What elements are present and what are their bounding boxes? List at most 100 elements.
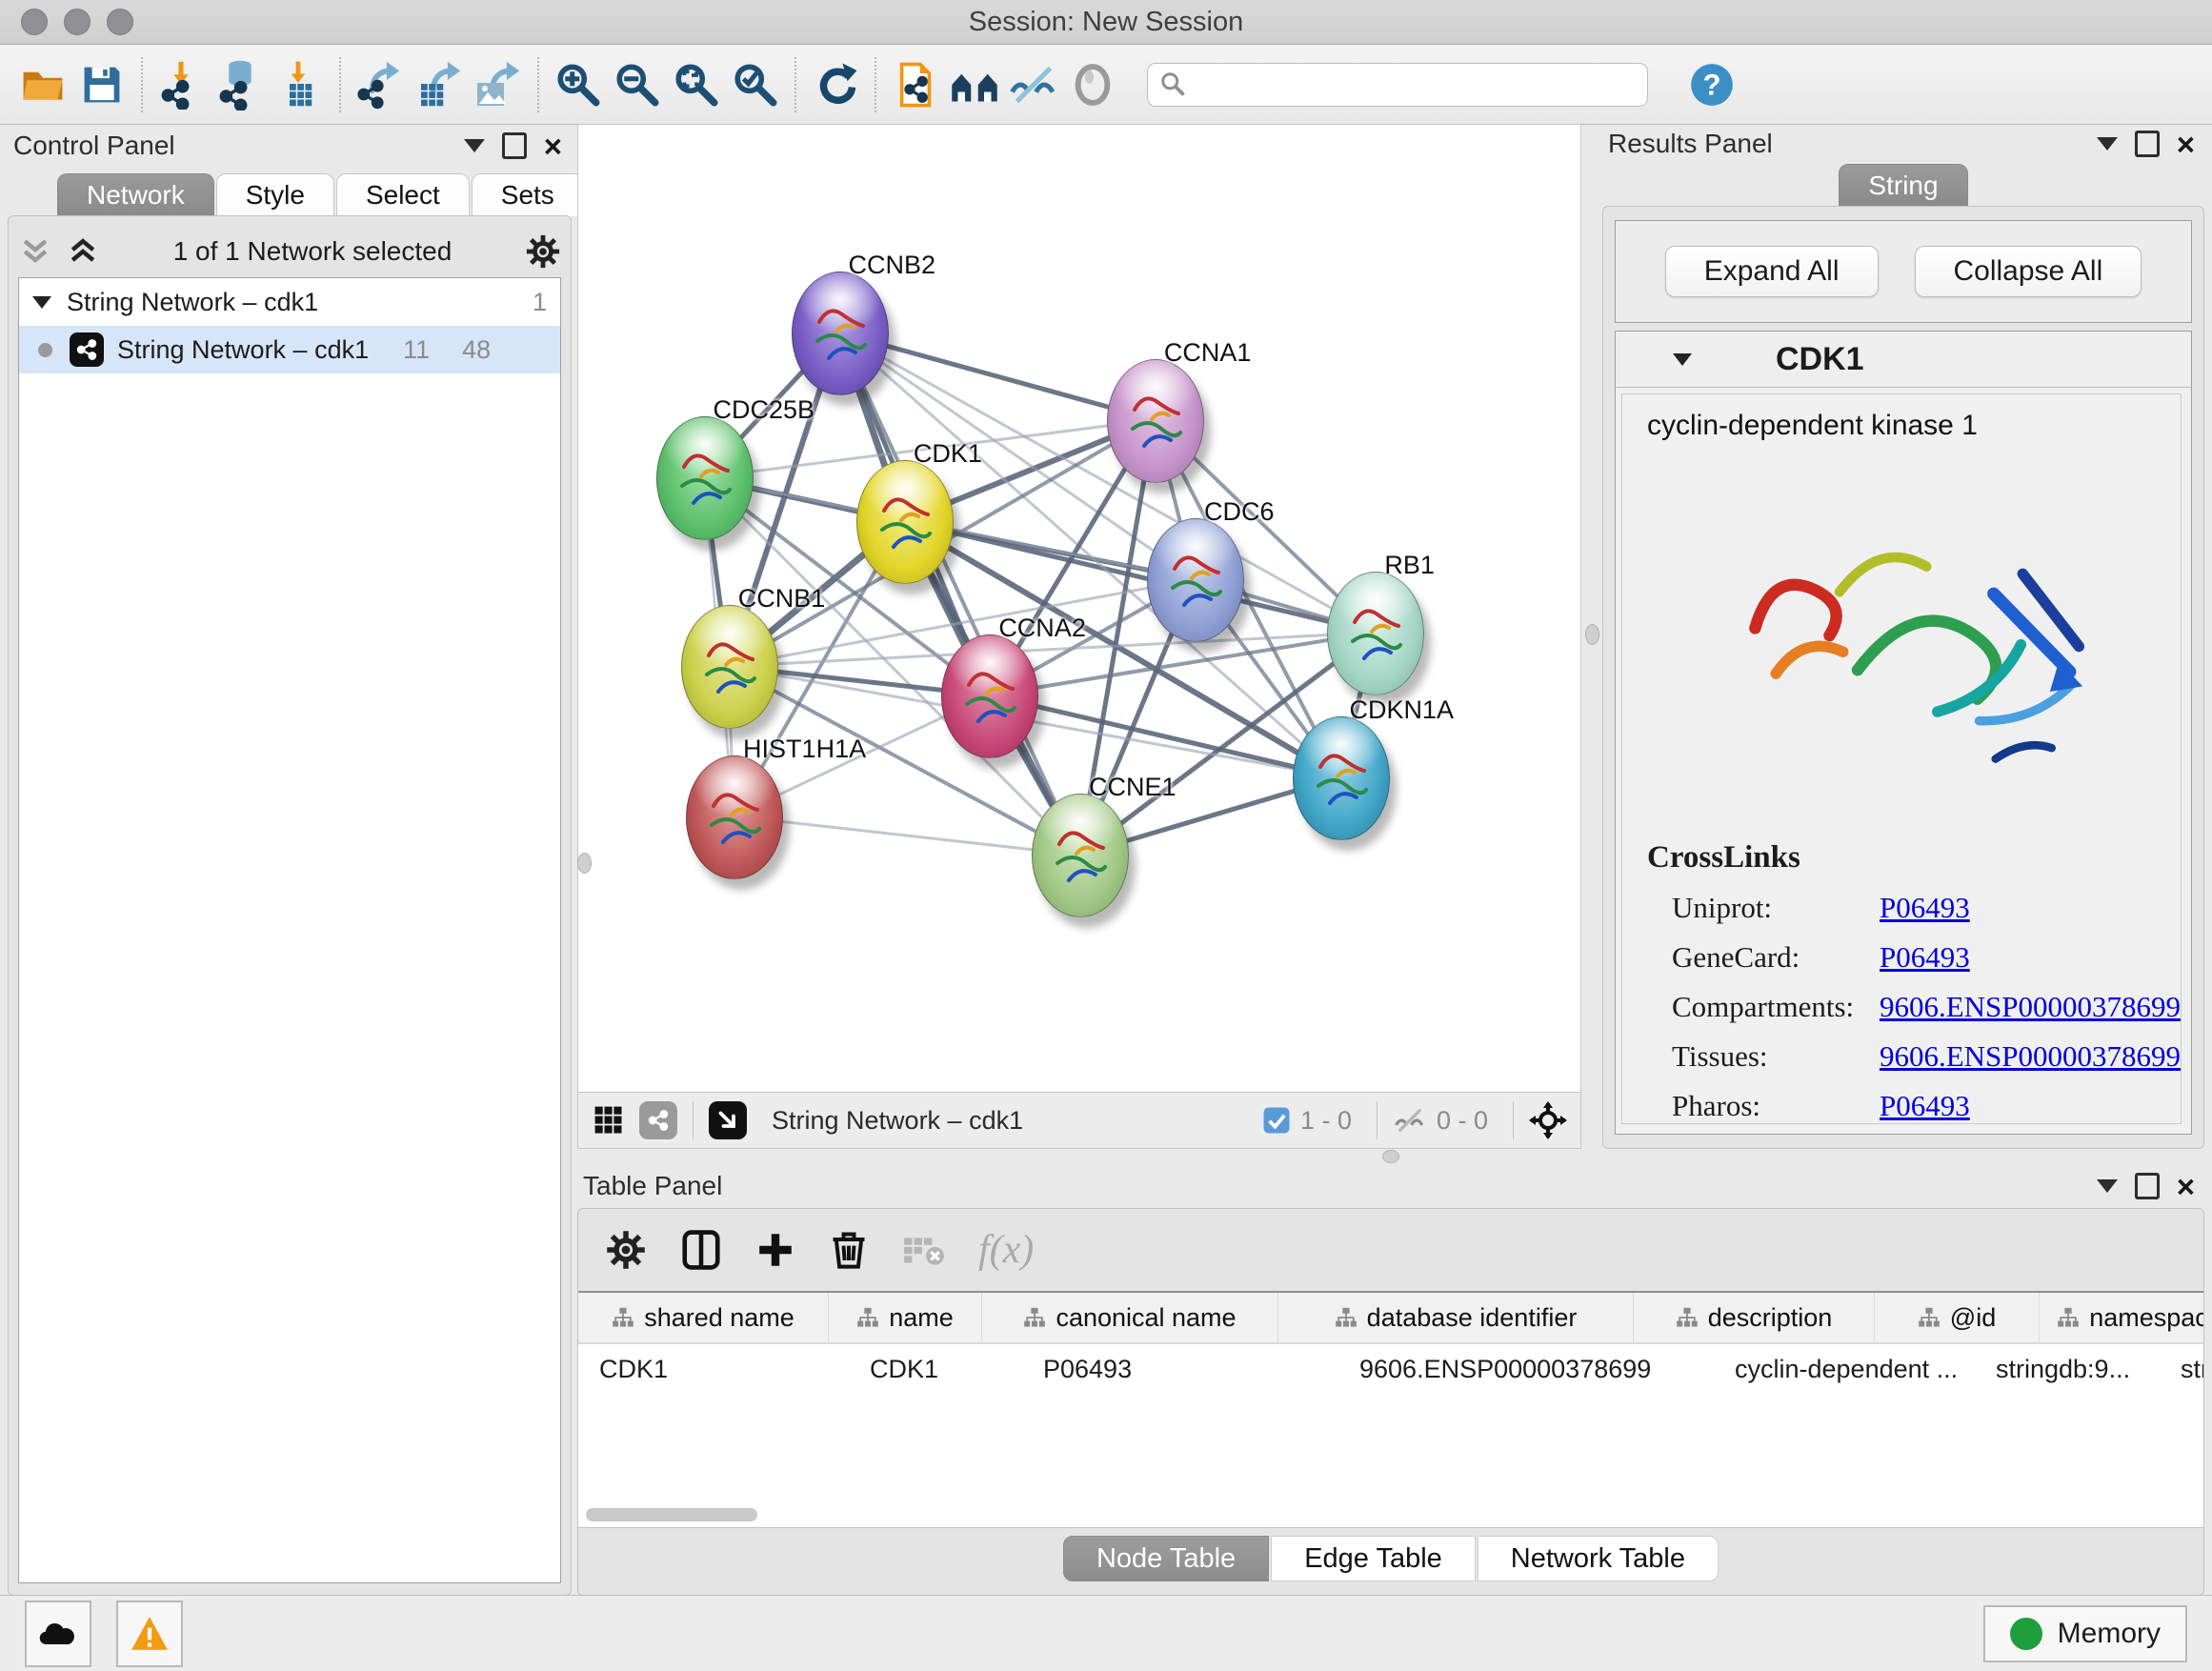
import-table-icon bbox=[275, 60, 325, 110]
search-field[interactable] bbox=[1147, 63, 1648, 107]
export-image-button[interactable] bbox=[469, 55, 528, 114]
tab-style[interactable]: Style bbox=[216, 173, 334, 216]
panel-float-icon[interactable] bbox=[2097, 1179, 2118, 1193]
network-options-gear-icon[interactable] bbox=[525, 233, 561, 270]
tab-edge-table[interactable]: Edge Table bbox=[1271, 1536, 1476, 1581]
node-CCNB2[interactable]: CCNB2 bbox=[792, 272, 887, 393]
network-row[interactable]: String Network – cdk1 11 48 bbox=[19, 326, 560, 373]
vertical-splitter-handle[interactable] bbox=[577, 853, 592, 874]
edge-CCNE1-HIST1H1A[interactable] bbox=[734, 816, 1079, 856]
panel-maximize-icon[interactable] bbox=[2135, 1173, 2160, 1199]
column-header-@id[interactable]: @id bbox=[1875, 1293, 2040, 1342]
panel-maximize-icon[interactable] bbox=[2135, 131, 2160, 157]
expand-all-icon[interactable] bbox=[66, 234, 100, 269]
node-CCNB1[interactable]: CCNB1 bbox=[681, 605, 776, 727]
selected-checkbox-icon[interactable] bbox=[1262, 1106, 1291, 1135]
column-header-name[interactable]: name bbox=[829, 1293, 982, 1342]
network-collection-row[interactable]: String Network – cdk1 1 bbox=[19, 278, 560, 326]
column-header-database-identifier[interactable]: database identifier bbox=[1278, 1293, 1634, 1342]
open-in-string-button[interactable] bbox=[886, 55, 945, 114]
node-CDC25B[interactable]: CDC25B bbox=[656, 416, 752, 538]
open-session-button[interactable] bbox=[13, 55, 72, 114]
import-table-button[interactable] bbox=[271, 55, 330, 114]
tab-network[interactable]: Network bbox=[57, 173, 214, 216]
zoom-out-button[interactable] bbox=[608, 55, 667, 114]
column-header-namespace[interactable]: namespace bbox=[2040, 1293, 2203, 1342]
expand-all-button[interactable]: Expand All bbox=[1665, 246, 1879, 297]
protein-thumbnail bbox=[1108, 360, 1203, 482]
help-button[interactable] bbox=[1682, 55, 1741, 114]
network-selection-status: 1 of 1 Network selected bbox=[100, 236, 525, 267]
memory-button[interactable]: Memory bbox=[1983, 1605, 2187, 1662]
crosslink-link[interactable]: P06493 bbox=[1880, 1089, 1970, 1123]
node-CCNA2[interactable]: CCNA2 bbox=[941, 634, 1036, 756]
node-label: CCNA1 bbox=[1164, 338, 1252, 368]
warnings-button[interactable] bbox=[116, 1601, 183, 1667]
save-session-button[interactable] bbox=[72, 55, 131, 114]
crosslink-link[interactable]: P06493 bbox=[1880, 891, 1970, 925]
collapse-all-icon[interactable] bbox=[18, 234, 52, 269]
tab-network-table[interactable]: Network Table bbox=[1478, 1536, 1719, 1581]
tab-select[interactable]: Select bbox=[336, 173, 470, 216]
fit-crosshair-icon[interactable] bbox=[1529, 1101, 1567, 1139]
collapse-triangle-icon[interactable] bbox=[32, 296, 51, 309]
collapse-all-button[interactable]: Collapse All bbox=[1915, 246, 2142, 297]
crosslink-link[interactable]: 9606.ENSP00000378699 bbox=[1880, 990, 2181, 1024]
birdseye-grid-icon[interactable] bbox=[592, 1103, 626, 1137]
node-RB1[interactable]: RB1 bbox=[1327, 572, 1422, 694]
edge-CDK1-RB1[interactable] bbox=[904, 521, 1375, 633]
search-input[interactable] bbox=[1197, 69, 1636, 100]
tab-node-table[interactable]: Node Table bbox=[1063, 1536, 1269, 1581]
panel-close-icon[interactable]: × bbox=[2177, 129, 2195, 160]
panel-close-icon[interactable]: × bbox=[2177, 1171, 2195, 1202]
column-header-description[interactable]: description bbox=[1634, 1293, 1875, 1342]
crosslink-link[interactable]: 9606.ENSP00000378699 bbox=[1880, 1039, 2181, 1074]
node-label: CDK1 bbox=[914, 439, 982, 469]
string-network-chip-icon[interactable] bbox=[639, 1101, 677, 1139]
horizontal-splitter[interactable] bbox=[577, 1149, 2204, 1164]
export-table-button[interactable] bbox=[410, 55, 469, 114]
cloud-button[interactable] bbox=[25, 1601, 91, 1667]
export-network-button[interactable] bbox=[351, 55, 410, 114]
node-CDC6[interactable]: CDC6 bbox=[1147, 518, 1242, 640]
gene-card-header[interactable]: CDK1 bbox=[1616, 332, 2191, 388]
refresh-button[interactable] bbox=[806, 55, 865, 114]
highlight-eye-button[interactable] bbox=[1063, 55, 1122, 114]
panel-close-icon[interactable]: × bbox=[544, 131, 562, 162]
attribute-icon bbox=[612, 1306, 634, 1329]
column-header-canonical-name[interactable]: canonical name bbox=[982, 1293, 1278, 1342]
node-CDK1[interactable]: CDK1 bbox=[856, 460, 952, 582]
column-header-shared-name[interactable]: shared name bbox=[578, 1293, 829, 1342]
detach-view-icon[interactable] bbox=[709, 1101, 747, 1139]
zoom-fit-button[interactable] bbox=[667, 55, 726, 114]
collapse-triangle-icon[interactable] bbox=[1673, 353, 1692, 366]
crosslink-link[interactable]: P06493 bbox=[1880, 940, 1970, 975]
import-network-database-button[interactable] bbox=[211, 55, 271, 114]
network-canvas[interactable]: CCNB2 CCNA1 CDC25B CDK1 CDC6 RB1 CCNB1 CCNA2 CDK… bbox=[577, 124, 1581, 1093]
delete-column-icon[interactable] bbox=[828, 1229, 870, 1271]
node-HIST1H1A[interactable]: HIST1H1A bbox=[686, 755, 781, 877]
node-CCNA1[interactable]: CCNA1 bbox=[1107, 359, 1202, 481]
table-row[interactable]: CDK1CDK1P064939606.ENSP00000378699cyclin… bbox=[578, 1344, 2203, 1394]
hidden-glasses-icon[interactable] bbox=[1393, 1105, 1427, 1136]
zoom-selected-button[interactable] bbox=[726, 55, 785, 114]
panel-maximize-icon[interactable] bbox=[502, 132, 527, 159]
vertical-splitter-handle[interactable] bbox=[1585, 624, 1599, 645]
table-horizontal-scrollbar[interactable] bbox=[586, 1508, 757, 1521]
zoom-in-button[interactable] bbox=[549, 55, 608, 114]
show-columns-icon[interactable] bbox=[679, 1228, 723, 1272]
panel-float-icon[interactable] bbox=[2097, 137, 2118, 151]
string-glasses-button[interactable] bbox=[1004, 55, 1063, 114]
toolbar-separator bbox=[794, 57, 796, 112]
string-home-button[interactable] bbox=[945, 55, 1004, 114]
table-options-gear-icon[interactable] bbox=[605, 1229, 647, 1271]
tab-sets[interactable]: Sets bbox=[472, 173, 584, 216]
import-network-button[interactable] bbox=[152, 55, 211, 114]
add-column-icon[interactable] bbox=[755, 1230, 795, 1270]
panel-float-icon[interactable] bbox=[464, 139, 485, 152]
edge-CCNB2-CCNE1[interactable] bbox=[839, 332, 1079, 855]
node-CDKN1A[interactable]: CDKN1A bbox=[1293, 716, 1388, 838]
node-CCNE1[interactable]: CCNE1 bbox=[1032, 794, 1127, 916]
tab-string[interactable]: String bbox=[1839, 164, 1967, 207]
gene-description: cyclin-dependent kinase 1 bbox=[1647, 410, 2181, 442]
